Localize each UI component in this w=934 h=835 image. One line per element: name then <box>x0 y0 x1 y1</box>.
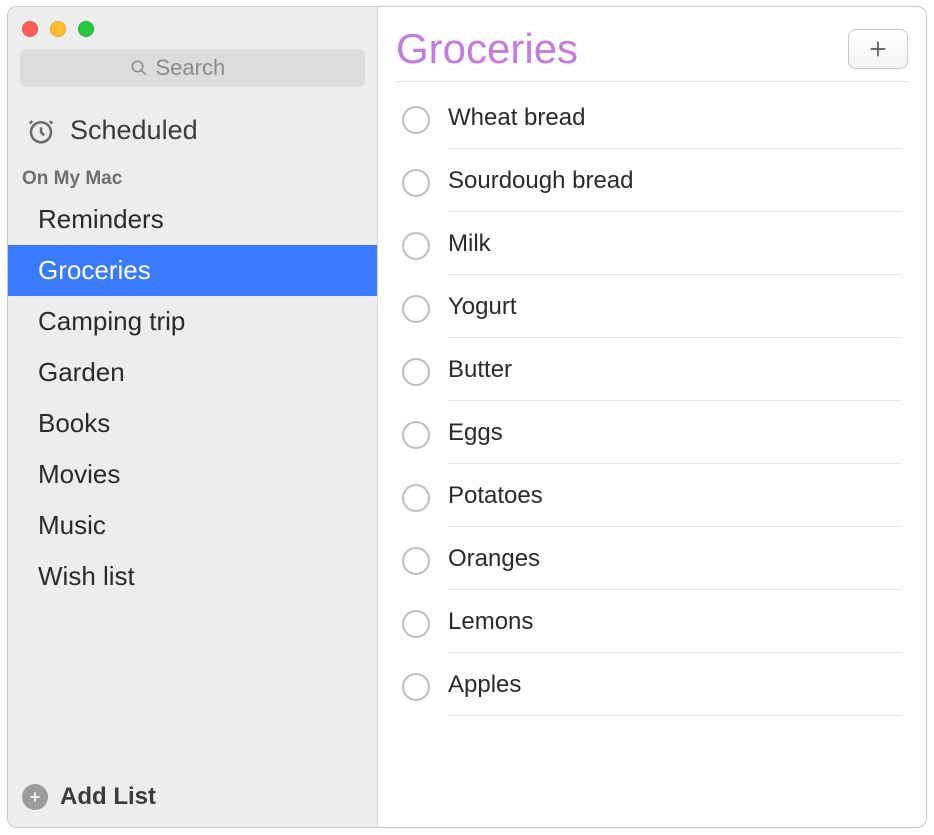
sidebar-list-label: Wish list <box>38 561 135 591</box>
reminder-checkbox[interactable] <box>402 610 430 638</box>
reminder-checkbox[interactable] <box>402 169 430 197</box>
sidebar-list-item[interactable]: Camping trip <box>8 296 377 347</box>
reminder-checkbox[interactable] <box>402 358 430 386</box>
sidebar-list-item[interactable]: Music <box>8 500 377 551</box>
reminder-row[interactable]: Oranges <box>396 527 908 590</box>
sidebar-list-item[interactable]: Reminders <box>8 194 377 245</box>
reminder-text-wrap: Apples <box>448 671 902 716</box>
reminder-text-wrap: Yogurt <box>448 293 902 338</box>
sidebar-list-label: Garden <box>38 357 125 387</box>
sidebar-list-item[interactable]: Books <box>8 398 377 449</box>
sidebar-list-item[interactable]: Garden <box>8 347 377 398</box>
reminder-checkbox[interactable] <box>402 673 430 701</box>
reminder-checkbox[interactable] <box>402 421 430 449</box>
sidebar-list-label: Music <box>38 510 106 540</box>
lists-container: Reminders Groceries Camping trip Garden Book… <box>8 194 377 771</box>
clock-icon <box>26 116 56 146</box>
sidebar-list-label: Camping trip <box>38 306 185 336</box>
reminder-text-wrap: Butter <box>448 356 902 401</box>
app-window: Scheduled On My Mac Reminders Groceries Ca… <box>7 6 927 828</box>
main-panel: Groceries Wheat bread Sourdough bread Milk… <box>378 7 926 827</box>
add-list-label: Add List <box>60 783 156 811</box>
reminder-text-wrap: Potatoes <box>448 482 902 527</box>
reminder-checkbox[interactable] <box>402 484 430 512</box>
close-window-button[interactable] <box>22 21 38 37</box>
sidebar-list-item[interactable]: Movies <box>8 449 377 500</box>
reminder-text: Wheat bread <box>448 104 902 132</box>
reminder-row[interactable]: Apples <box>396 653 908 716</box>
list-header: Groceries <box>396 25 908 82</box>
sidebar-list-label: Books <box>38 408 110 438</box>
search-container <box>8 45 377 97</box>
reminder-text: Yogurt <box>448 293 902 321</box>
reminder-text: Butter <box>448 356 902 384</box>
sidebar: Scheduled On My Mac Reminders Groceries Ca… <box>8 7 378 827</box>
sidebar-list-label: Groceries <box>38 255 151 285</box>
plus-circle-icon <box>22 784 48 810</box>
reminder-text: Eggs <box>448 419 902 447</box>
reminder-checkbox[interactable] <box>402 295 430 323</box>
sidebar-list-label: Reminders <box>38 204 164 234</box>
reminders-container: Wheat bread Sourdough bread Milk Yogurt Butt… <box>396 82 908 827</box>
reminder-row[interactable]: Milk <box>396 212 908 275</box>
window-controls <box>8 7 377 45</box>
sidebar-list-item[interactable]: Groceries <box>8 245 377 296</box>
plus-icon <box>867 38 889 60</box>
reminder-text-wrap: Wheat bread <box>448 104 902 149</box>
reminder-row[interactable]: Wheat bread <box>396 86 908 149</box>
add-reminder-button[interactable] <box>848 29 908 69</box>
reminder-text-wrap: Oranges <box>448 545 902 590</box>
reminder-checkbox[interactable] <box>402 547 430 575</box>
scheduled-label: Scheduled <box>70 115 198 146</box>
sidebar-list-item[interactable]: Wish list <box>8 551 377 602</box>
reminder-text-wrap: Lemons <box>448 608 902 653</box>
minimize-window-button[interactable] <box>50 21 66 37</box>
reminder-text: Potatoes <box>448 482 902 510</box>
reminder-text: Oranges <box>448 545 902 573</box>
scheduled-smart-list[interactable]: Scheduled <box>8 97 377 160</box>
list-title: Groceries <box>396 25 578 73</box>
sidebar-list-label: Movies <box>38 459 120 489</box>
reminder-row[interactable]: Yogurt <box>396 275 908 338</box>
reminder-checkbox[interactable] <box>402 232 430 260</box>
reminder-text-wrap: Eggs <box>448 419 902 464</box>
search-input[interactable] <box>156 55 256 81</box>
reminder-checkbox[interactable] <box>402 106 430 134</box>
reminder-text-wrap: Milk <box>448 230 902 275</box>
reminder-text: Milk <box>448 230 902 258</box>
add-list-button[interactable]: Add List <box>8 771 377 827</box>
reminder-row[interactable]: Butter <box>396 338 908 401</box>
reminder-text: Sourdough bread <box>448 167 902 195</box>
reminder-text: Lemons <box>448 608 902 636</box>
reminder-row[interactable]: Lemons <box>396 590 908 653</box>
reminder-row[interactable]: Sourdough bread <box>396 149 908 212</box>
search-field[interactable] <box>20 49 365 87</box>
reminder-row[interactable]: Eggs <box>396 401 908 464</box>
section-header-on-my-mac: On My Mac <box>8 160 377 194</box>
reminder-text: Apples <box>448 671 902 699</box>
reminder-text-wrap: Sourdough bread <box>448 167 902 212</box>
reminder-row[interactable]: Potatoes <box>396 464 908 527</box>
search-icon <box>130 59 148 77</box>
fullscreen-window-button[interactable] <box>78 21 94 37</box>
